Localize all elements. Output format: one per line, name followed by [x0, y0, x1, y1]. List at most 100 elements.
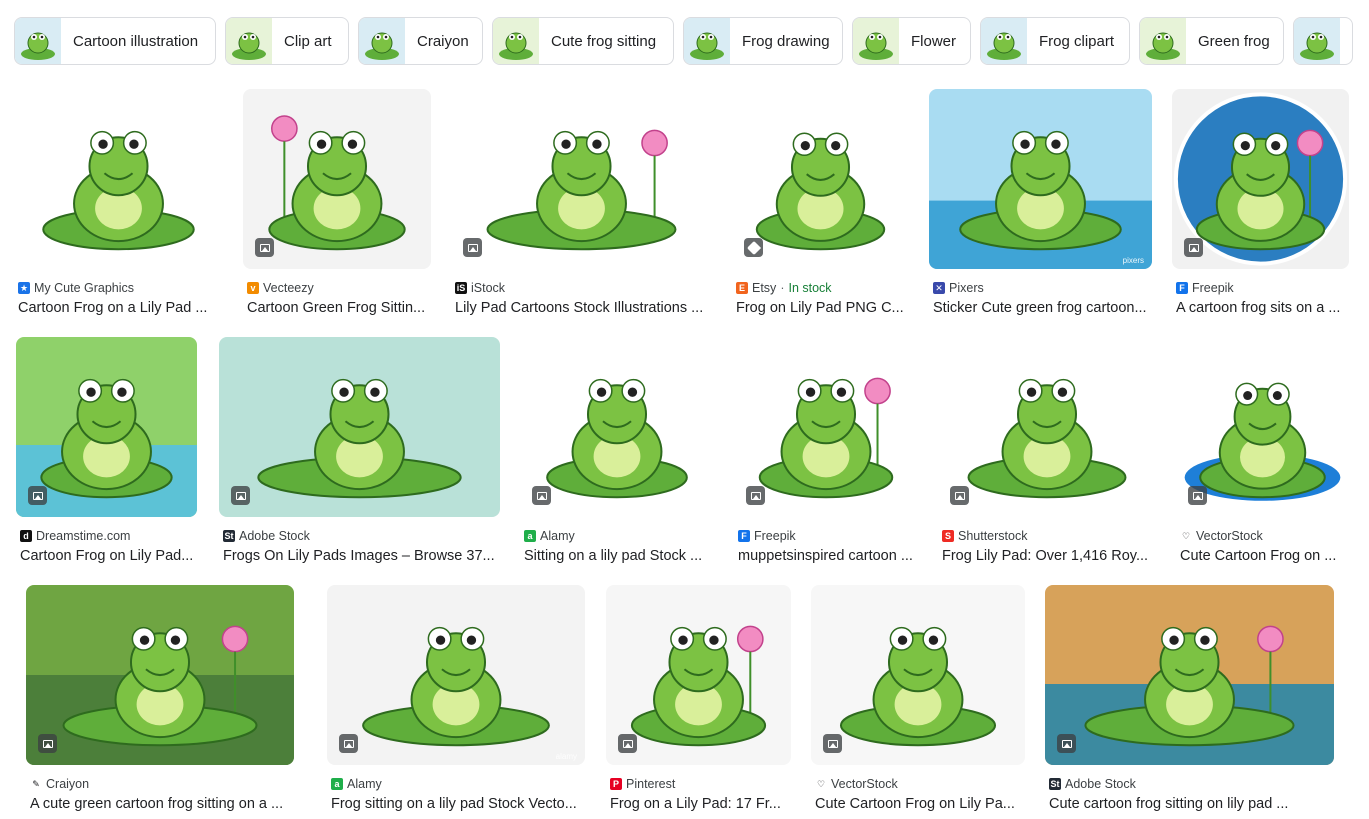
result-thumbnail[interactable] [1045, 585, 1334, 765]
related-search-chip[interactable] [1293, 17, 1353, 65]
related-search-chip[interactable]: Craiyon [358, 17, 483, 65]
result-title[interactable]: Frogs On Lily Pads Images – Browse 37... [219, 548, 500, 564]
image-result-card[interactable]: ✎ Craiyon A cute green cartoon frog sitt… [26, 585, 294, 812]
result-thumbnail[interactable]: VectorStock [1176, 337, 1349, 517]
result-title[interactable]: A cute green cartoon frog sitting on a .… [26, 796, 294, 812]
result-thumbnail[interactable]: alamy [327, 585, 585, 765]
source-favicon-icon: ♡ [815, 778, 827, 790]
source-favicon-icon: ✕ [933, 282, 945, 294]
result-title[interactable]: Cute cartoon frog sitting on lily pad ..… [1045, 796, 1334, 812]
related-search-chip[interactable]: Flower [852, 17, 971, 65]
chip-thumbnail [1140, 18, 1186, 64]
image-result-card[interactable]: F Freepik A cartoon frog sits on a ... [1172, 89, 1349, 316]
watermark-text: pixers [1122, 256, 1144, 265]
result-thumbnail[interactable] [811, 585, 1025, 765]
result-source-row[interactable]: d Dreamstime.com [16, 528, 197, 544]
related-search-chip[interactable]: Clip art [225, 17, 349, 65]
result-source-row[interactable]: ♡ VectorStock [811, 776, 1025, 792]
result-source-row[interactable]: St Adobe Stock [1045, 776, 1334, 792]
source-favicon-icon: P [610, 778, 622, 790]
result-source: Vecteezy [263, 281, 314, 295]
related-search-chip[interactable]: Cute frog sitting [492, 17, 674, 65]
result-source: Pixers [949, 281, 984, 295]
image-result-card[interactable]: pixers ✕ Pixers Sticker Cute green frog … [929, 89, 1152, 316]
result-title[interactable]: Frog on a Lily Pad: 17 Fr... [606, 796, 791, 812]
source-favicon-icon: F [1176, 282, 1188, 294]
result-source-row[interactable]: ✕ Pixers [929, 280, 1152, 296]
related-search-chip[interactable]: Green frog [1139, 17, 1284, 65]
result-thumbnail[interactable] [606, 585, 791, 765]
result-thumbnail[interactable]: alamy [520, 337, 714, 517]
result-title[interactable]: A cartoon frog sits on a ... [1172, 300, 1349, 316]
result-source-row[interactable]: ★ My Cute Graphics [14, 280, 223, 296]
result-thumbnail[interactable] [26, 585, 294, 765]
result-source-row[interactable]: E Etsy · In stock [732, 280, 909, 296]
result-thumbnail[interactable]: pixers [929, 89, 1152, 269]
source-favicon-icon: ✎ [30, 778, 42, 790]
result-title[interactable]: Cute Cartoon Frog on ... [1176, 548, 1349, 564]
result-title[interactable]: Sticker Cute green frog cartoon... [929, 300, 1152, 316]
related-search-chip[interactable]: Frog drawing [683, 17, 843, 65]
result-thumbnail[interactable] [732, 89, 909, 269]
image-result-card[interactable]: iS iStock Lily Pad Cartoons Stock Illust… [451, 89, 712, 316]
result-title[interactable]: Sitting on a lily pad Stock ... [520, 548, 714, 564]
related-search-chip[interactable]: Cartoon illustration [14, 17, 216, 65]
result-title[interactable]: Frog sitting on a lily pad Stock Vecto..… [327, 796, 585, 812]
result-source-row[interactable]: St Adobe Stock [219, 528, 500, 544]
result-thumbnail[interactable] [243, 89, 431, 269]
image-result-card[interactable]: F Freepik muppetsinspired cartoon ... [734, 337, 918, 564]
image-result-card[interactable]: St Adobe Stock Frogs On Lily Pads Images… [219, 337, 500, 564]
result-source-row[interactable]: F Freepik [1172, 280, 1349, 296]
related-search-chip[interactable]: Frog clipart [980, 17, 1130, 65]
result-thumbnail[interactable] [1172, 89, 1349, 269]
source-favicon-icon: F [738, 530, 750, 542]
result-title[interactable]: Lily Pad Cartoons Stock Illustrations ..… [451, 300, 712, 316]
result-source: Freepik [1192, 281, 1234, 295]
result-thumbnail[interactable] [219, 337, 500, 517]
image-type-icon [339, 734, 358, 753]
image-result-card[interactable]: P Pinterest Frog on a Lily Pad: 17 Fr... [606, 585, 791, 812]
image-result-card[interactable]: v Vecteezy Cartoon Green Frog Sittin... [243, 89, 431, 316]
image-result-card[interactable]: d Dreamstime.com Cartoon Frog on Lily Pa… [16, 337, 197, 564]
result-thumbnail[interactable] [16, 337, 197, 517]
image-result-card[interactable]: St Adobe Stock Cute cartoon frog sitting… [1045, 585, 1334, 812]
result-title[interactable]: Cute Cartoon Frog on Lily Pa... [811, 796, 1025, 812]
image-result-card[interactable]: E Etsy · In stock Frog on Lily Pad PNG C..… [732, 89, 909, 316]
chip-label: Frog clipart [1039, 32, 1115, 50]
image-result-card[interactable]: alamy a Alamy Sitting on a lily pad Stoc… [520, 337, 714, 564]
result-title[interactable]: Frog on Lily Pad PNG C... [732, 300, 909, 316]
result-title[interactable]: Cartoon Green Frog Sittin... [243, 300, 431, 316]
result-source: Adobe Stock [1065, 777, 1136, 791]
result-source: Alamy [540, 529, 575, 543]
result-source-row[interactable]: a Alamy [327, 776, 585, 792]
result-source-row[interactable]: ♡ VectorStock [1176, 528, 1349, 544]
image-type-icon [38, 734, 57, 753]
result-source-row[interactable]: P Pinterest [606, 776, 791, 792]
image-result-card[interactable]: shutterstock.com · 2590220339 S Shutters… [938, 337, 1156, 564]
source-favicon-icon: d [20, 530, 32, 542]
image-result-card[interactable]: ♡ VectorStock Cute Cartoon Frog on Lily … [811, 585, 1025, 812]
result-thumbnail[interactable] [14, 89, 223, 269]
result-source-row[interactable]: ✎ Craiyon [26, 776, 294, 792]
result-title[interactable]: Frog Lily Pad: Over 1,416 Roy... [938, 548, 1156, 564]
result-thumbnail[interactable]: shutterstock.com · 2590220339 [938, 337, 1156, 517]
chip-thumbnail [981, 18, 1027, 64]
result-thumbnail[interactable] [734, 337, 918, 517]
result-source-row[interactable]: a Alamy [520, 528, 714, 544]
result-title[interactable]: Cartoon Frog on a Lily Pad ... [14, 300, 223, 316]
result-source-row[interactable]: v Vecteezy [243, 280, 431, 296]
image-result-card[interactable]: ★ My Cute Graphics Cartoon Frog on a Lil… [14, 89, 223, 316]
chip-thumbnail [226, 18, 272, 64]
source-favicon-icon: St [223, 530, 235, 542]
result-title[interactable]: muppetsinspired cartoon ... [734, 548, 918, 564]
image-result-card[interactable]: VectorStock ♡ VectorStock Cute Cartoon F… [1176, 337, 1349, 564]
result-thumbnail[interactable] [451, 89, 712, 269]
image-type-icon [1057, 734, 1076, 753]
result-source-row[interactable]: S Shutterstock [938, 528, 1156, 544]
result-source-row[interactable]: F Freepik [734, 528, 918, 544]
result-source: Dreamstime.com [36, 529, 131, 543]
source-favicon-icon: iS [455, 282, 467, 294]
result-source-row[interactable]: iS iStock [451, 280, 712, 296]
image-result-card[interactable]: alamy a Alamy Frog sitting on a lily pad… [327, 585, 585, 812]
result-title[interactable]: Cartoon Frog on Lily Pad... [16, 548, 197, 564]
